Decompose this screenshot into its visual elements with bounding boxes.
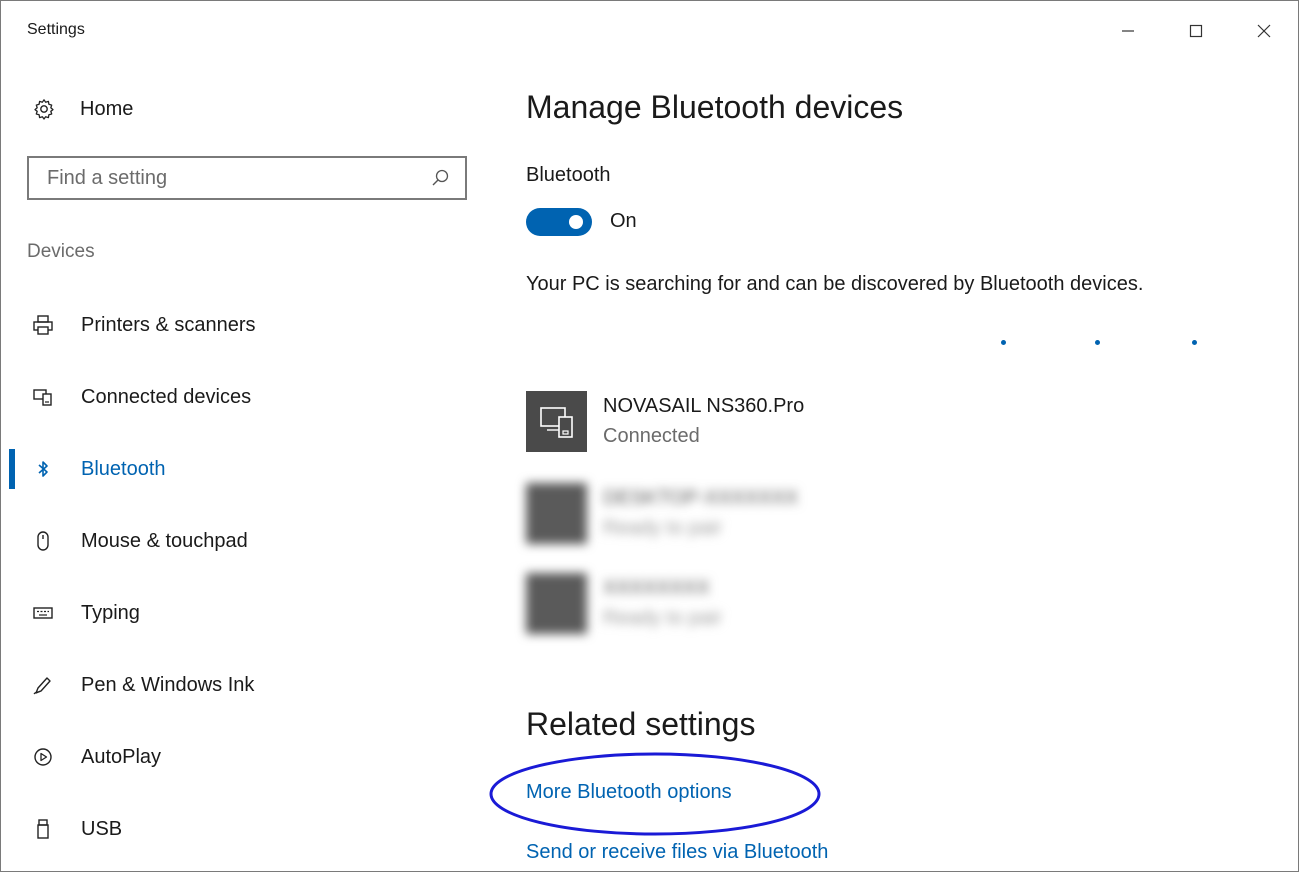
progress-dot	[1192, 340, 1197, 345]
usb-icon	[31, 817, 55, 841]
device-status: Connected	[603, 425, 700, 447]
sidebar-item-label: Printers & scanners	[81, 313, 256, 336]
device-item-blurred-2[interactable]: XXXXXXXX Ready to pair	[526, 573, 1046, 637]
send-receive-files-link[interactable]: Send or receive files via Bluetooth	[526, 841, 828, 864]
sidebar-item-label: Bluetooth	[81, 457, 166, 480]
toggle-knob	[569, 215, 583, 229]
minimize-icon	[1122, 30, 1134, 32]
close-button[interactable]	[1241, 11, 1287, 51]
sidebar-item-label: AutoPlay	[81, 745, 162, 768]
home-label: Home	[80, 97, 134, 120]
bluetooth-label: Bluetooth	[526, 164, 611, 186]
gear-icon	[33, 98, 55, 120]
sidebar-nav: Printers & scanners Connected devices Bl…	[1, 289, 481, 865]
close-icon	[1257, 24, 1271, 38]
sidebar-item-bluetooth[interactable]: Bluetooth	[1, 433, 481, 505]
search-box[interactable]	[27, 156, 467, 200]
home-nav-item[interactable]: Home	[33, 93, 133, 125]
progress-dot	[1001, 340, 1006, 345]
more-bluetooth-options-link[interactable]: More Bluetooth options	[526, 781, 732, 804]
pen-icon	[31, 673, 55, 697]
sidebar-item-label: Typing	[81, 601, 140, 624]
device-item-novasail[interactable]: NOVASAIL NS360.Pro Connected	[526, 391, 1046, 455]
discovery-description: Your PC is searching for and can be disc…	[526, 273, 1144, 295]
printer-icon	[31, 313, 55, 337]
sidebar-item-label: Mouse & touchpad	[81, 529, 248, 552]
sidebar-item-mouse[interactable]: Mouse & touchpad	[1, 505, 481, 577]
progress-dot	[1095, 340, 1100, 345]
mouse-icon	[31, 529, 55, 553]
connected-devices-icon	[31, 385, 55, 409]
active-indicator	[9, 449, 15, 489]
device-item-blurred-1[interactable]: DESKTOP-XXXXXXX Ready to pair	[526, 483, 1046, 547]
maximize-icon	[1189, 24, 1203, 38]
device-icon	[526, 391, 587, 452]
search-input[interactable]	[29, 158, 427, 198]
maximize-button[interactable]	[1173, 11, 1219, 51]
device-name: XXXXXXXX	[603, 577, 710, 599]
device-status: Ready to pair	[603, 517, 722, 539]
sidebar-item-pen[interactable]: Pen & Windows Ink	[1, 649, 481, 721]
device-icon	[526, 483, 587, 544]
search-icon[interactable]	[427, 165, 453, 191]
sidebar-item-connected-devices[interactable]: Connected devices	[1, 361, 481, 433]
title-bar: Settings	[1, 1, 1298, 61]
sidebar-item-usb[interactable]: USB	[1, 793, 481, 865]
toggle-state-label: On	[610, 210, 637, 232]
sidebar-item-label: Pen & Windows Ink	[81, 673, 255, 696]
settings-window: Settings Home Devices	[0, 0, 1299, 872]
sidebar-item-autoplay[interactable]: AutoPlay	[1, 721, 481, 793]
sidebar-item-label: Connected devices	[81, 385, 252, 408]
device-name: DESKTOP-XXXXXXX	[603, 487, 799, 509]
bluetooth-toggle[interactable]	[526, 208, 592, 236]
section-heading-devices: Devices	[27, 241, 95, 262]
bluetooth-icon	[31, 457, 55, 481]
autoplay-icon	[31, 745, 55, 769]
page-title: Manage Bluetooth devices	[526, 89, 904, 125]
device-name: NOVASAIL NS360.Pro	[603, 395, 805, 417]
keyboard-icon	[31, 601, 55, 625]
window-title: Settings	[27, 21, 85, 38]
related-settings-heading: Related settings	[526, 706, 756, 742]
sidebar-item-typing[interactable]: Typing	[1, 577, 481, 649]
sidebar-item-printers[interactable]: Printers & scanners	[1, 289, 481, 361]
sidebar-item-label: USB	[81, 817, 123, 840]
device-status: Ready to pair	[603, 607, 722, 629]
device-icon	[526, 573, 587, 634]
minimize-button[interactable]	[1105, 11, 1151, 51]
